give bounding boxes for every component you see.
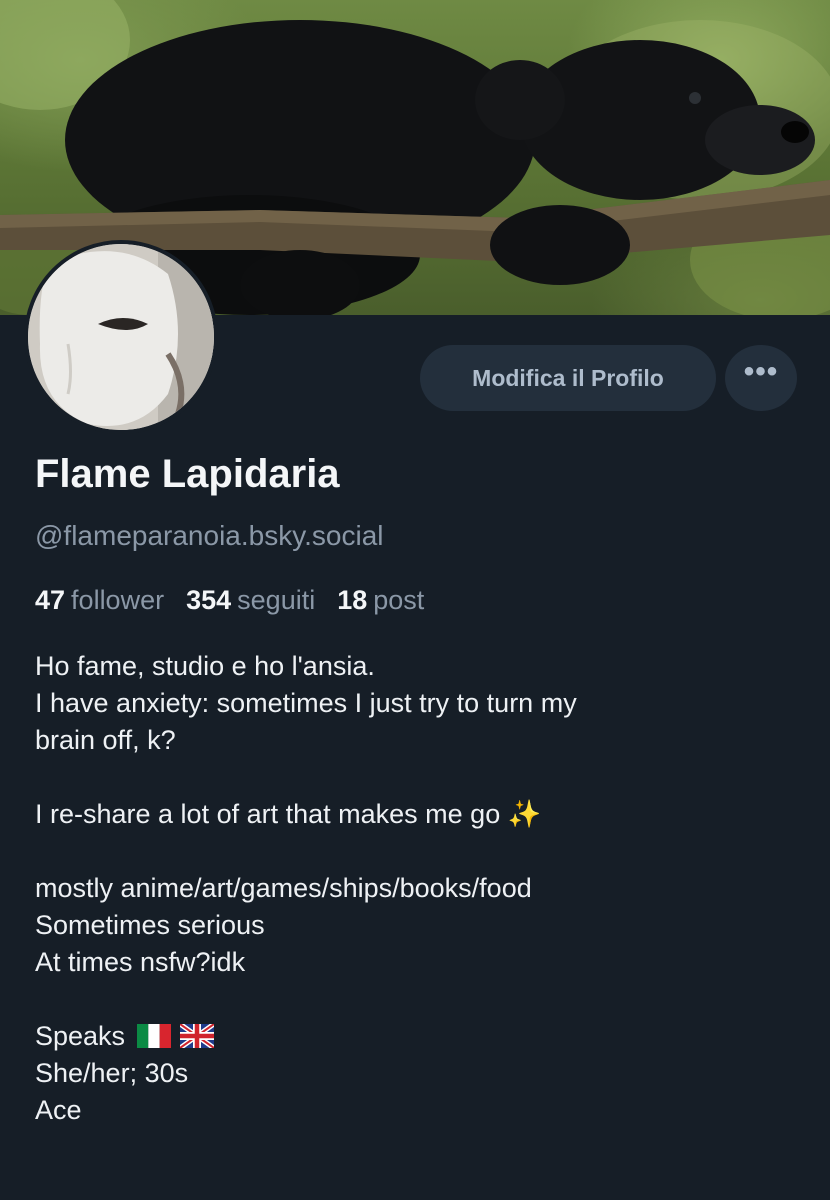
bio-languages-line: Speaks	[35, 1018, 805, 1055]
profile-avatar[interactable]	[24, 240, 218, 434]
user-handle[interactable]: @flameparanoia.bsky.social	[35, 520, 384, 552]
bio-line: I re-share a lot of art that makes me go…	[35, 799, 542, 829]
bio-blank-line	[35, 833, 805, 870]
bio-blank-line	[35, 759, 805, 796]
bio-line: At times nsfw?idk	[35, 947, 246, 977]
bio-line: I have anxiety: sometimes I just try to …	[35, 688, 577, 718]
following-count: 354	[186, 585, 232, 615]
edit-profile-button-label: Modifica il Profilo	[472, 364, 664, 391]
bio-line: mostly anime/art/games/ships/books/food	[35, 873, 532, 903]
followers-count: 47	[35, 585, 66, 615]
posts-count: 18	[337, 585, 368, 615]
bio-line: Sometimes serious	[35, 910, 265, 940]
posts-stat: 18 post	[337, 585, 424, 616]
more-options-button[interactable]: •••	[725, 345, 797, 411]
bio-line: Speaks	[35, 1021, 126, 1051]
italy-flag-icon	[136, 1024, 171, 1048]
display-name: Flame Lapidaria	[35, 452, 340, 496]
posts-label: post	[373, 585, 425, 615]
followers-stat[interactable]: 47 follower	[35, 585, 164, 616]
profile-stats: 47 follower 354 seguiti 18 post	[35, 585, 424, 616]
following-label: seguiti	[237, 585, 316, 615]
profile-bio: Ho fame, studio e ho l'ansia. I have anx…	[35, 648, 805, 1129]
bio-line: Ace	[35, 1095, 82, 1125]
bio-line: Ho fame, studio e ho l'ansia.	[35, 651, 375, 681]
bio-line: She/her; 30s	[35, 1058, 189, 1088]
ellipsis-icon: •••	[743, 355, 779, 388]
avatar-mask-image	[28, 244, 214, 430]
bio-line: brain off, k?	[35, 725, 176, 755]
following-stat[interactable]: 354 seguiti	[186, 585, 315, 616]
edit-profile-button[interactable]: Modifica il Profilo	[420, 345, 716, 411]
followers-label: follower	[71, 585, 165, 615]
uk-flag-icon	[180, 1024, 215, 1048]
bio-blank-line	[35, 981, 805, 1018]
